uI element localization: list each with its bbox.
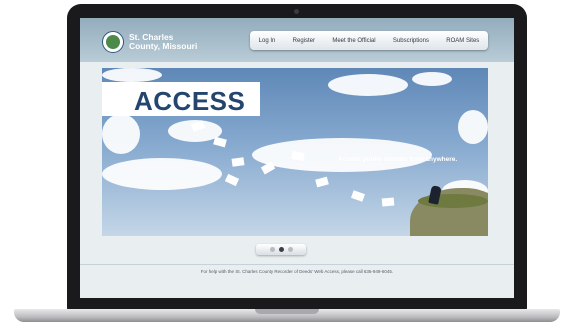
cloud <box>102 68 162 82</box>
browser-screen: St. Charles County, Missouri Log In Regi… <box>80 18 514 298</box>
hero-banner[interactable]: ACCESS Access public records from anywhe… <box>102 68 488 236</box>
cloud <box>328 74 408 96</box>
site-header: St. Charles County, Missouri Log In Regi… <box>80 18 514 62</box>
cloud <box>458 110 488 144</box>
heading-box: ACCESS <box>102 82 260 116</box>
nav-subscriptions-link[interactable]: Subscriptions <box>393 38 429 44</box>
flying-paper <box>224 173 240 187</box>
nav-meet-official-link[interactable]: Meet the Official <box>332 38 375 44</box>
county-seal-icon[interactable] <box>102 31 124 53</box>
flying-paper <box>350 190 366 202</box>
top-nav: Log In Register Meet the Official Subscr… <box>250 31 488 50</box>
cloud <box>102 114 140 154</box>
slide-dot-3[interactable] <box>287 247 293 252</box>
camera-icon <box>294 9 299 14</box>
flying-paper <box>381 197 395 207</box>
banner-heading: ACCESS <box>134 86 246 116</box>
flying-paper <box>315 176 329 188</box>
laptop-notch <box>255 309 319 314</box>
slide-dot-2[interactable] <box>278 247 284 252</box>
footer-divider <box>80 264 514 265</box>
logo-line-2[interactable]: County, Missouri <box>129 42 197 51</box>
nav-login-link[interactable]: Log In <box>259 38 276 44</box>
banner-tagline: Access public records from anywhere. <box>338 156 458 163</box>
cloud <box>102 158 222 190</box>
flying-paper <box>231 157 245 167</box>
nav-roam-sites-link[interactable]: ROAM Sites <box>446 38 479 44</box>
slide-dot-1[interactable] <box>269 247 275 252</box>
cloud <box>252 138 432 172</box>
slide-indicator <box>256 244 306 255</box>
footer-help-text: For help with the St. Charles County Rec… <box>200 269 394 274</box>
flying-paper <box>213 136 227 148</box>
cloud <box>412 72 452 86</box>
nav-register-link[interactable]: Register <box>293 38 315 44</box>
